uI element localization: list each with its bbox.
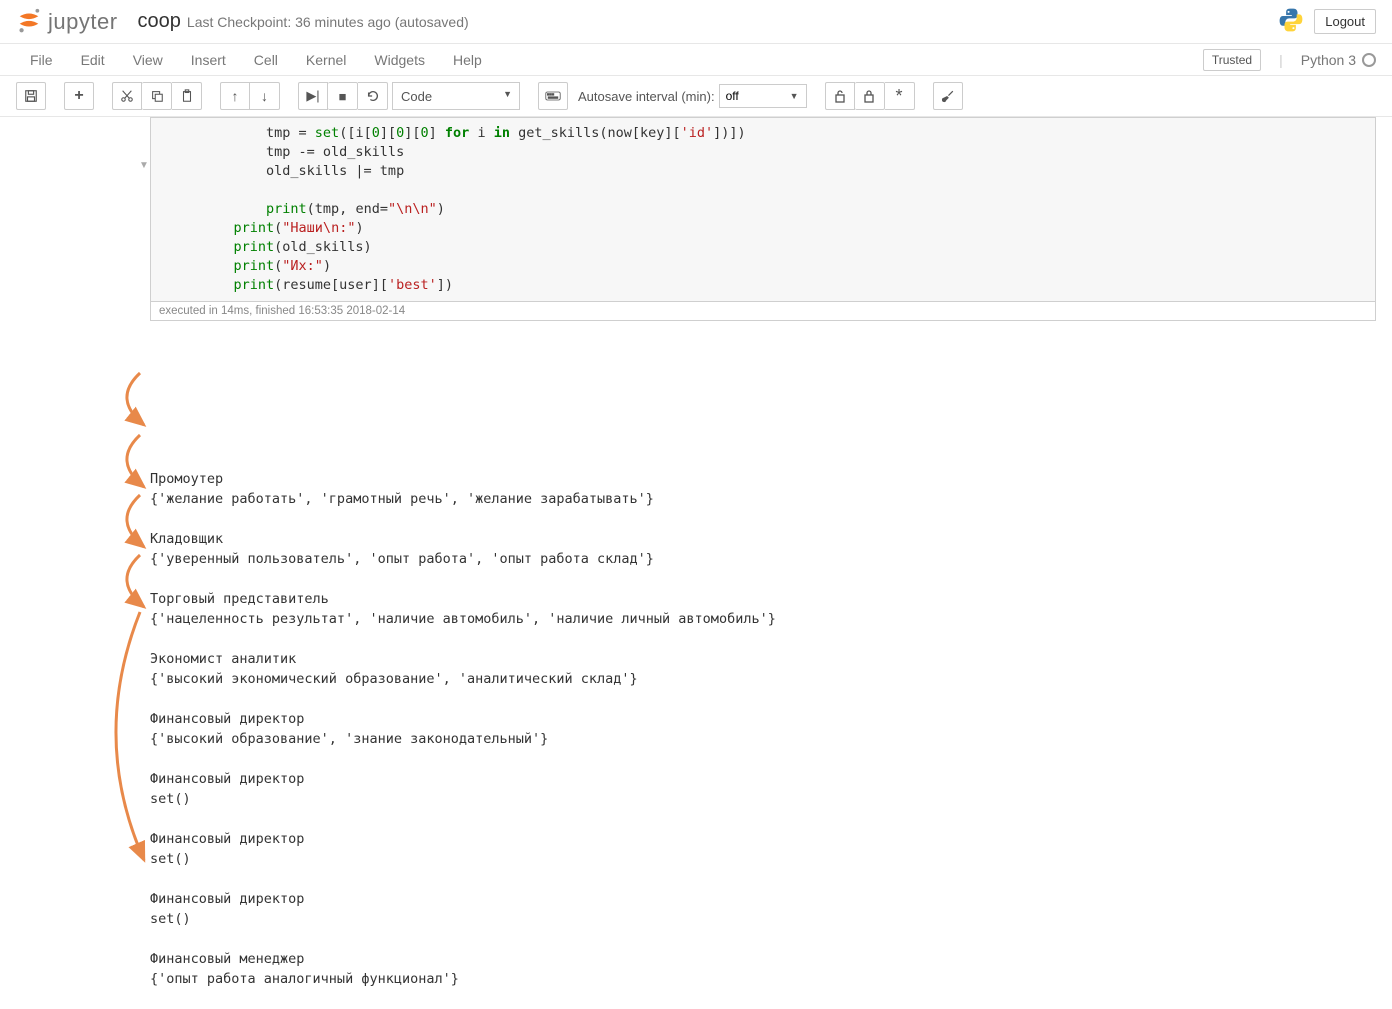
annotation-arrow-2	[106, 391, 155, 533]
python-icon	[1278, 7, 1304, 36]
output-text: Промоутер {'желание работать', 'грамотны…	[150, 469, 1392, 989]
menu-edit[interactable]: Edit	[67, 46, 119, 74]
kernel-status-icon	[1362, 53, 1376, 67]
run-button[interactable]: ▶|	[298, 82, 328, 110]
toolbar: + ↑ ↓ ▶| ■ Code Autosave interval (min):…	[0, 76, 1392, 117]
celltype-select[interactable]: Code	[392, 82, 520, 110]
menu-view[interactable]: View	[119, 46, 177, 74]
jupyter-logo[interactable]: jupyter	[16, 6, 118, 37]
kernel-name: Python 3	[1301, 52, 1356, 68]
code-cell[interactable]: ▼ tmp = set([i[0][0][0] for i in get_ski…	[150, 117, 1376, 321]
lock-button[interactable]	[855, 82, 885, 110]
save-button[interactable]	[16, 82, 46, 110]
restart-button[interactable]	[358, 82, 388, 110]
jupyter-icon	[16, 6, 42, 37]
code-content[interactable]: tmp = set([i[0][0][0] for i in get_skill…	[151, 118, 1375, 301]
tools-button[interactable]	[933, 82, 963, 110]
logout-button[interactable]: Logout	[1314, 9, 1376, 34]
move-down-button[interactable]: ↓	[250, 82, 280, 110]
asterisk-button[interactable]: *	[885, 82, 915, 110]
menu-kernel[interactable]: Kernel	[292, 46, 360, 74]
menubar: FileEditViewInsertCellKernelWidgetsHelp …	[0, 44, 1392, 76]
autosave-select[interactable]: off	[719, 84, 807, 108]
annotation-arrow-4	[106, 511, 155, 653]
menu-insert[interactable]: Insert	[177, 46, 240, 74]
autosave-label: Autosave interval (min):	[578, 89, 715, 104]
notebook-name[interactable]: coop	[138, 10, 181, 33]
unlock-button[interactable]	[825, 82, 855, 110]
move-up-button[interactable]: ↑	[220, 82, 250, 110]
cut-button[interactable]	[112, 82, 142, 110]
fold-arrow-icon[interactable]: ▼	[139, 160, 149, 171]
menu-file[interactable]: File	[16, 46, 67, 74]
annotation-arrow-3	[106, 451, 155, 593]
annotation-arrow-5	[98, 568, 150, 908]
output-area: Промоутер {'желание работать', 'грамотны…	[150, 321, 1392, 989]
annotation-arrow-1	[106, 329, 155, 471]
menu-cell[interactable]: Cell	[240, 46, 292, 74]
menu-widgets[interactable]: Widgets	[360, 46, 439, 74]
command-palette-button[interactable]	[538, 82, 568, 110]
paste-button[interactable]	[172, 82, 202, 110]
execution-info: executed in 14ms, finished 16:53:35 2018…	[150, 302, 1376, 321]
checkpoint-text: Last Checkpoint: 36 minutes ago (autosav…	[187, 14, 469, 30]
trusted-indicator[interactable]: Trusted	[1203, 49, 1261, 71]
header-bar: jupyter coop Last Checkpoint: 36 minutes…	[0, 0, 1392, 44]
kernel-indicator[interactable]: Python 3	[1301, 52, 1376, 68]
notebook-area: ▼ tmp = set([i[0][0][0] for i in get_ski…	[0, 117, 1392, 1009]
code-input-area[interactable]: ▼ tmp = set([i[0][0][0] for i in get_ski…	[150, 117, 1376, 302]
insert-cell-button[interactable]: +	[64, 82, 94, 110]
menu-help[interactable]: Help	[439, 46, 496, 74]
jupyter-logo-text: jupyter	[48, 9, 118, 35]
interrupt-button[interactable]: ■	[328, 82, 358, 110]
copy-button[interactable]	[142, 82, 172, 110]
